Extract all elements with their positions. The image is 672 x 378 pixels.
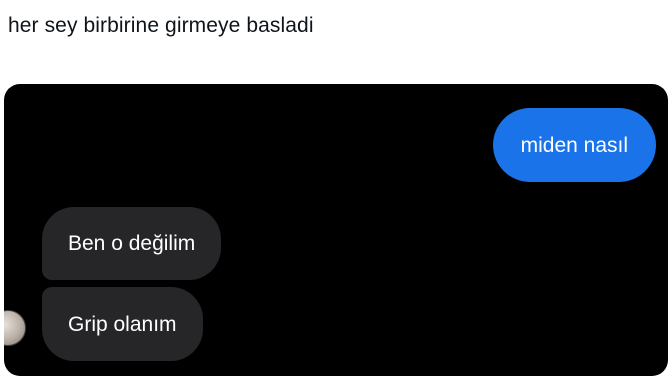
received-message-bubble: Grip olanım — [42, 287, 203, 361]
sender-avatar — [4, 310, 26, 346]
chat-screenshot: miden nasıl Ben o değilim Grip olanım — [4, 84, 668, 376]
post-text: her sey birbirine girmeye basladi — [8, 14, 314, 37]
post-container: her sey birbirine girmeye basladi miden … — [0, 0, 672, 378]
received-message-bubble: Ben o değilim — [42, 207, 222, 280]
sent-message-bubble: miden nasıl — [492, 108, 656, 182]
